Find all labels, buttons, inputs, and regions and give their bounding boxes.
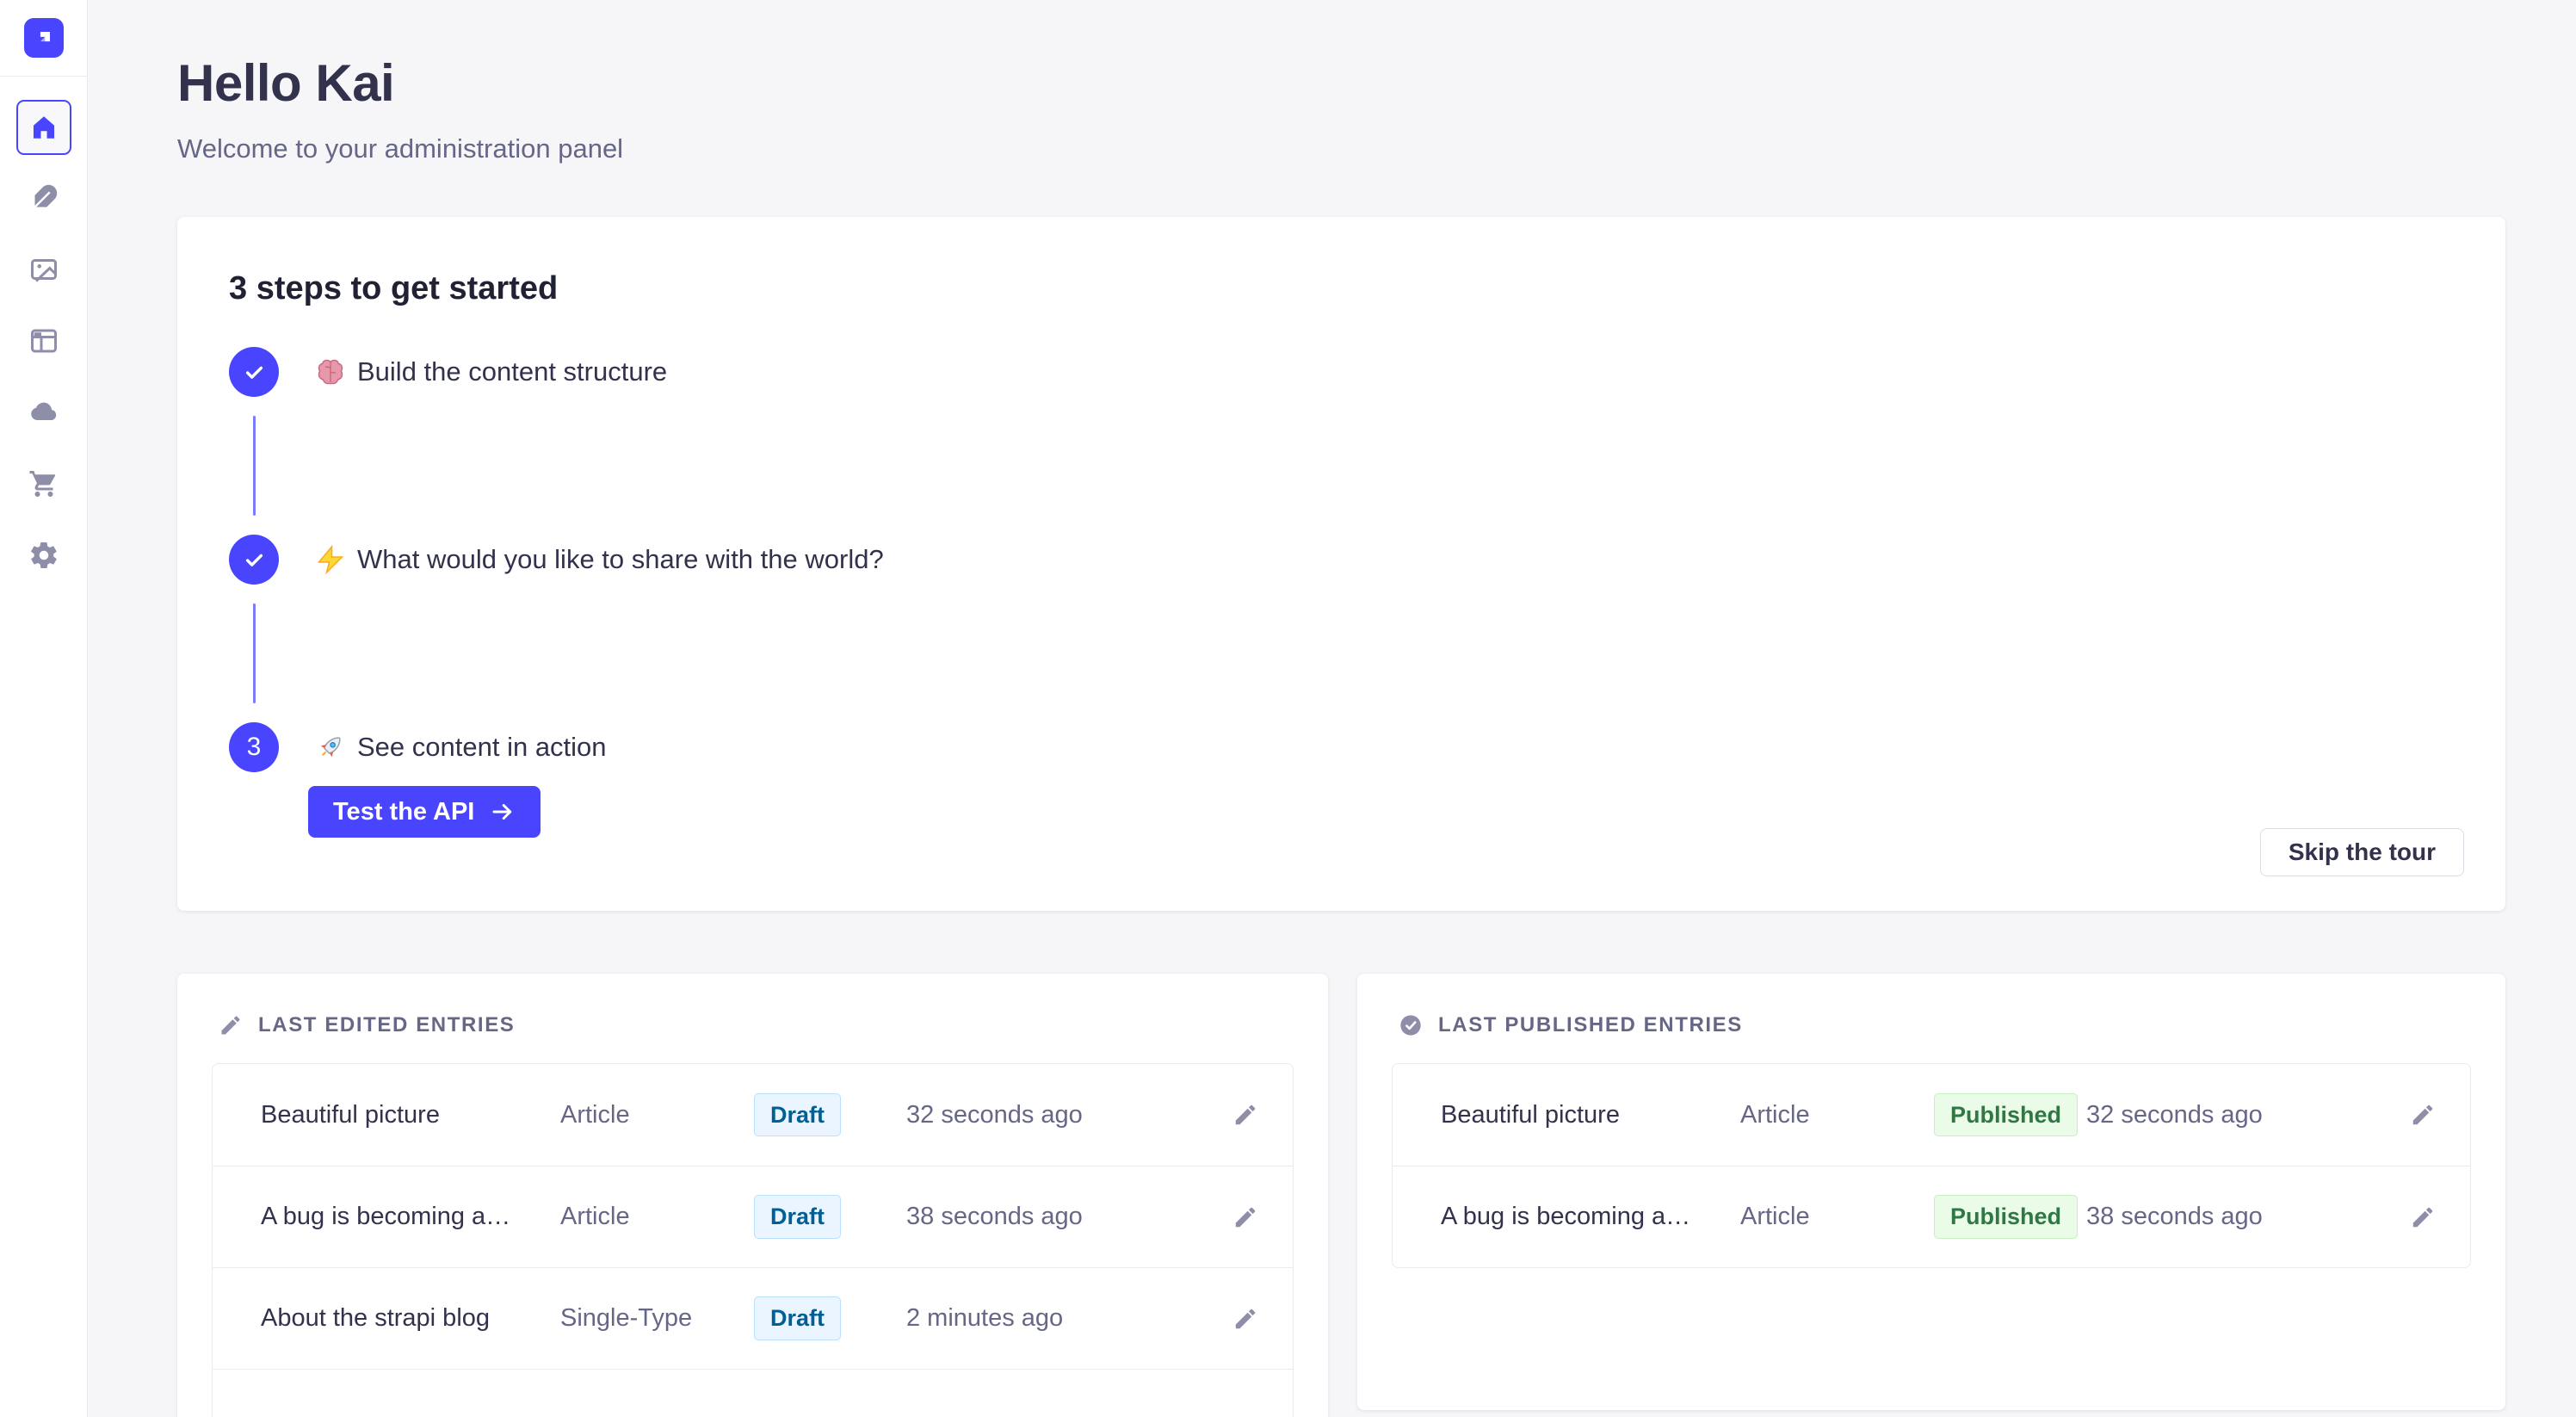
- entry-time: 38 seconds ago: [2086, 1203, 2360, 1231]
- page-subtitle: Welcome to your administration panel: [177, 133, 623, 164]
- pencil-icon: [1232, 1306, 1258, 1332]
- cart-icon: [28, 468, 59, 499]
- entry-title: About the strapi blog: [261, 1304, 560, 1333]
- last-edited-title: LAST EDITED ENTRIES: [258, 1013, 515, 1037]
- sidebar: [0, 0, 88, 1417]
- table-row[interactable]: Beautiful picture Article Published 32 s…: [1393, 1064, 2470, 1166]
- page-header: Hello Kai Welcome to your administration…: [177, 53, 623, 164]
- zap-icon: [315, 544, 346, 575]
- last-published-table: Beautiful picture Article Published 32 s…: [1392, 1063, 2471, 1268]
- step-3-text: See content in action: [357, 732, 607, 763]
- entry-time: 38 seconds ago: [906, 1203, 1180, 1231]
- entry-type: Article: [560, 1101, 754, 1129]
- onboarding-title: 3 steps to get started: [229, 270, 2464, 307]
- entry-title: Beautiful picture: [261, 1101, 560, 1129]
- step-3-number: 3: [247, 733, 262, 762]
- test-api-button[interactable]: Test the API: [308, 786, 541, 838]
- pencil-icon: [219, 1013, 243, 1037]
- test-api-label: Test the API: [333, 798, 474, 826]
- pencil-icon: [2410, 1204, 2436, 1230]
- entry-title: Beautiful picture: [1441, 1101, 1740, 1129]
- step-3-number-circle: 3: [229, 722, 279, 772]
- entry-time: 32 seconds ago: [906, 1101, 1180, 1129]
- last-edited-table: Beautiful picture Article Draft 32 secon…: [212, 1063, 1294, 1417]
- entry-time: 32 seconds ago: [2086, 1101, 2360, 1129]
- step-3-label: See content in action: [315, 732, 2464, 763]
- table-row-partial: [213, 1369, 1293, 1417]
- sidebar-item-content-type-builder[interactable]: [28, 325, 60, 357]
- onboarding-step-1: Build the content structure: [229, 347, 2464, 397]
- page-title: Hello Kai: [177, 53, 623, 113]
- sidebar-item-home[interactable]: [16, 100, 71, 155]
- entry-type: Article: [1740, 1101, 1934, 1129]
- media-library-icon: [28, 254, 59, 285]
- last-published-header: LAST PUBLISHED ENTRIES: [1357, 1013, 2505, 1037]
- pencil-icon: [2410, 1102, 2436, 1128]
- sidebar-item-marketplace[interactable]: [28, 467, 60, 500]
- status-badge: Draft: [754, 1296, 841, 1340]
- status-badge: Draft: [754, 1195, 841, 1238]
- sidebar-item-media-library[interactable]: [28, 253, 60, 286]
- sidebar-item-content-manager[interactable]: [28, 182, 60, 214]
- strapi-logo-icon[interactable]: [24, 18, 64, 58]
- sidebar-item-deploy[interactable]: [28, 396, 60, 429]
- logo-section: [0, 0, 87, 77]
- feather-icon: [28, 183, 59, 213]
- gear-icon: [28, 540, 59, 571]
- strapi-glyph-icon: [32, 26, 56, 50]
- status-badge: Published: [1934, 1195, 2078, 1238]
- step-1-check-circle: [229, 347, 279, 397]
- step-1-text: Build the content structure: [357, 356, 667, 387]
- home-icon: [29, 113, 59, 142]
- sidebar-item-settings[interactable]: [28, 539, 60, 572]
- pencil-icon: [1232, 1204, 1258, 1230]
- step-connector: [253, 416, 256, 516]
- onboarding-step-2: What would you like to share with the wo…: [229, 535, 2464, 585]
- last-published-title: LAST PUBLISHED ENTRIES: [1438, 1013, 1743, 1037]
- brain-icon: [315, 356, 346, 387]
- last-edited-header: LAST EDITED ENTRIES: [177, 1013, 1328, 1037]
- table-row[interactable]: A bug is becoming a… Article Published 3…: [1393, 1166, 2470, 1267]
- edit-entry-button[interactable]: [1232, 1102, 1258, 1128]
- rocket-icon: [315, 732, 346, 763]
- table-row[interactable]: Beautiful picture Article Draft 32 secon…: [213, 1064, 1293, 1166]
- arrow-right-icon: [490, 799, 516, 825]
- cloud-icon: [28, 397, 59, 428]
- entry-title: A bug is becoming a…: [1441, 1203, 1740, 1231]
- status-badge: Draft: [754, 1093, 841, 1136]
- entry-title: A bug is becoming a…: [261, 1203, 560, 1231]
- entry-time: 2 minutes ago: [906, 1304, 1180, 1333]
- status-badge: Published: [1934, 1093, 2078, 1136]
- check-icon: [243, 361, 266, 384]
- pencil-icon: [1232, 1102, 1258, 1128]
- table-row[interactable]: A bug is becoming a… Article Draft 38 se…: [213, 1166, 1293, 1267]
- edit-entry-button[interactable]: [1232, 1204, 1258, 1230]
- table-row[interactable]: About the strapi blog Single-Type Draft …: [213, 1267, 1293, 1369]
- entry-type: Article: [1740, 1203, 1934, 1231]
- last-edited-card: LAST EDITED ENTRIES Beautiful picture Ar…: [177, 974, 1328, 1417]
- step-2-label: What would you like to share with the wo…: [315, 544, 2464, 575]
- layout-icon: [28, 325, 59, 356]
- check-circle-icon: [1399, 1013, 1423, 1037]
- entry-type: Article: [560, 1203, 754, 1231]
- step-1-label: Build the content structure: [315, 356, 2464, 387]
- edit-entry-button[interactable]: [2410, 1102, 2436, 1128]
- last-published-card: LAST PUBLISHED ENTRIES Beautiful picture…: [1357, 974, 2505, 1410]
- skip-tour-button[interactable]: Skip the tour: [2260, 828, 2464, 876]
- step-2-text: What would you like to share with the wo…: [357, 544, 884, 575]
- check-icon: [243, 548, 266, 572]
- step-2-check-circle: [229, 535, 279, 585]
- edit-entry-button[interactable]: [2410, 1204, 2436, 1230]
- step-connector: [253, 603, 256, 703]
- edit-entry-button[interactable]: [1232, 1306, 1258, 1332]
- onboarding-card: 3 steps to get started Build the content…: [177, 217, 2505, 911]
- onboarding-step-3: 3 See content in action: [229, 722, 2464, 772]
- entry-type: Single-Type: [560, 1304, 754, 1333]
